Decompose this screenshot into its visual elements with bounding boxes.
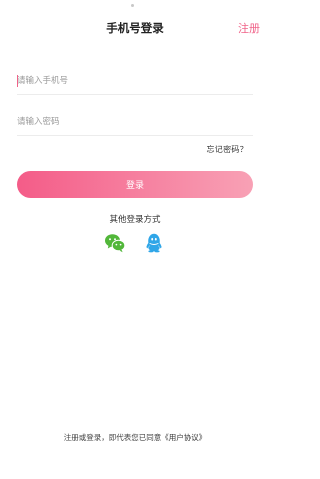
forgot-password-link[interactable]: 忘记密码？	[207, 144, 249, 155]
qq-icon[interactable]	[143, 232, 165, 254]
user-agreement-link[interactable]: 《用户协议》	[161, 433, 206, 442]
other-login-title: 其他登录方式	[109, 215, 161, 225]
phone-field	[17, 67, 253, 95]
status-dot	[131, 4, 134, 7]
wechat-icon[interactable]	[104, 232, 126, 254]
page-title: 手机号登录	[106, 21, 164, 35]
login-screen: 手机号登录 注册 忘记密码？ 登录 其他登录方式	[0, 0, 270, 479]
password-input[interactable]	[17, 108, 253, 135]
password-field	[17, 108, 253, 136]
login-button[interactable]: 登录	[17, 171, 253, 198]
phone-input[interactable]	[17, 67, 253, 94]
agreement-text: 注册或登录，即代表您已同意《用户协议》	[0, 432, 270, 443]
text-cursor	[17, 75, 18, 87]
agreement-prefix: 注册或登录，即代表您已同意	[63, 433, 162, 442]
register-link[interactable]: 注册	[238, 20, 260, 36]
